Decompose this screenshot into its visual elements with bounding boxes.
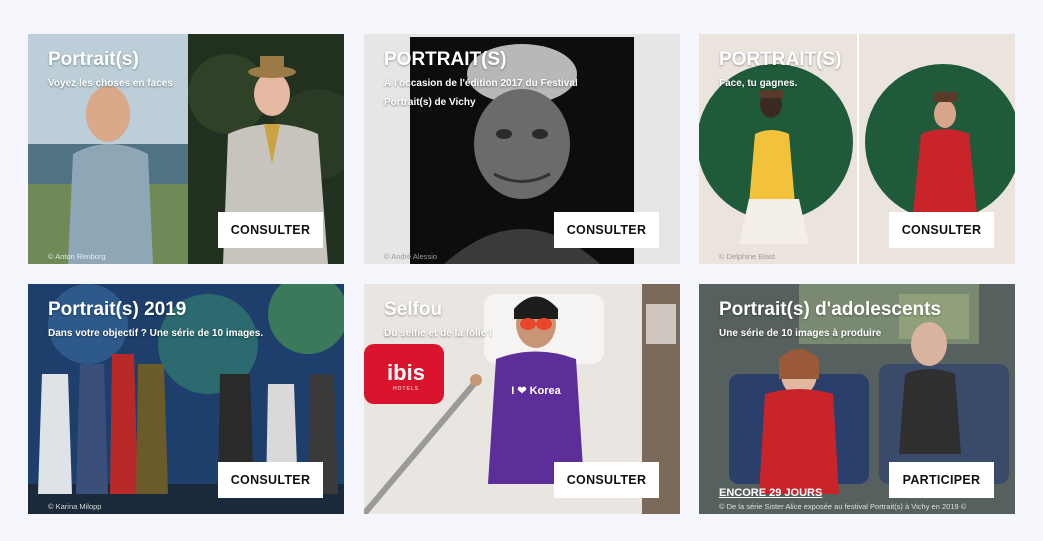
card-subtitle: Une série de 10 images à produire [719,328,882,339]
photo-credit: © Karina Milopp [48,502,102,511]
consult-button[interactable]: CONSULTER [554,212,659,248]
photo-credit: © Delphine Blast [719,252,775,261]
card-title: PORTRAIT(S) [384,49,507,70]
card-title: Portrait(s) 2019 [48,299,187,320]
card-subtitle: Dans votre objectif ? Une série de 10 im… [48,328,264,339]
photo-credit: © Anton Renborg [48,252,106,261]
consult-button[interactable]: CONSULTER [218,462,323,498]
card-subtitle: Face, tu gagnes. [719,78,798,89]
pillow-brand-subtext: HOTELS [392,386,419,392]
challenge-card-portraits-adolescents[interactable]: Portrait(s) d'adolescents Une série de 1… [699,284,1015,514]
consult-button[interactable]: CONSULTER [889,212,994,248]
participate-button[interactable]: PARTICIPER [889,462,994,498]
card-subtitle: À l'occasion de l'édition 2017 du Festiv… [384,78,578,108]
photo-credit: © De la série Sister Alice exposée au fe… [719,502,967,511]
pillow-brand: ibis HOTELS [374,360,438,392]
challenge-card-selfou[interactable]: ibis HOTELS I ❤ Korea Selfou Du selfie e… [364,284,680,514]
consult-button[interactable]: CONSULTER [218,212,323,248]
card-title: PORTRAIT(S) [719,49,842,70]
countdown-link[interactable]: ENCORE 29 JOURS [719,487,822,499]
challenge-card-portraits-2019[interactable]: Portrait(s) 2019 Dans votre objectif ? U… [28,284,344,514]
card-subtitle: Voyez les choses en faces [48,78,173,89]
card-title: Selfou [384,299,443,320]
card-subtitle: Du selfie et de la folie ! [384,328,493,339]
shirt-print: I ❤ Korea [511,385,561,397]
challenge-grid: Portrait(s) Voyez les choses en faces CO… [28,34,1016,515]
challenge-card-portraits[interactable]: Portrait(s) Voyez les choses en faces CO… [28,34,344,264]
card-title: Portrait(s) [48,49,139,70]
challenge-card-face-tu-gagnes[interactable]: PORTRAIT(S) Face, tu gagnes. CONSULTER ©… [699,34,1015,264]
card-title: Portrait(s) d'adolescents [719,299,942,320]
photo-credit: © André Alessio [384,252,438,261]
challenge-card-portraits-2017[interactable]: PORTRAIT(S) À l'occasion de l'édition 20… [364,34,680,264]
consult-button[interactable]: CONSULTER [554,462,659,498]
pillow-brand-text: ibis [387,360,425,385]
